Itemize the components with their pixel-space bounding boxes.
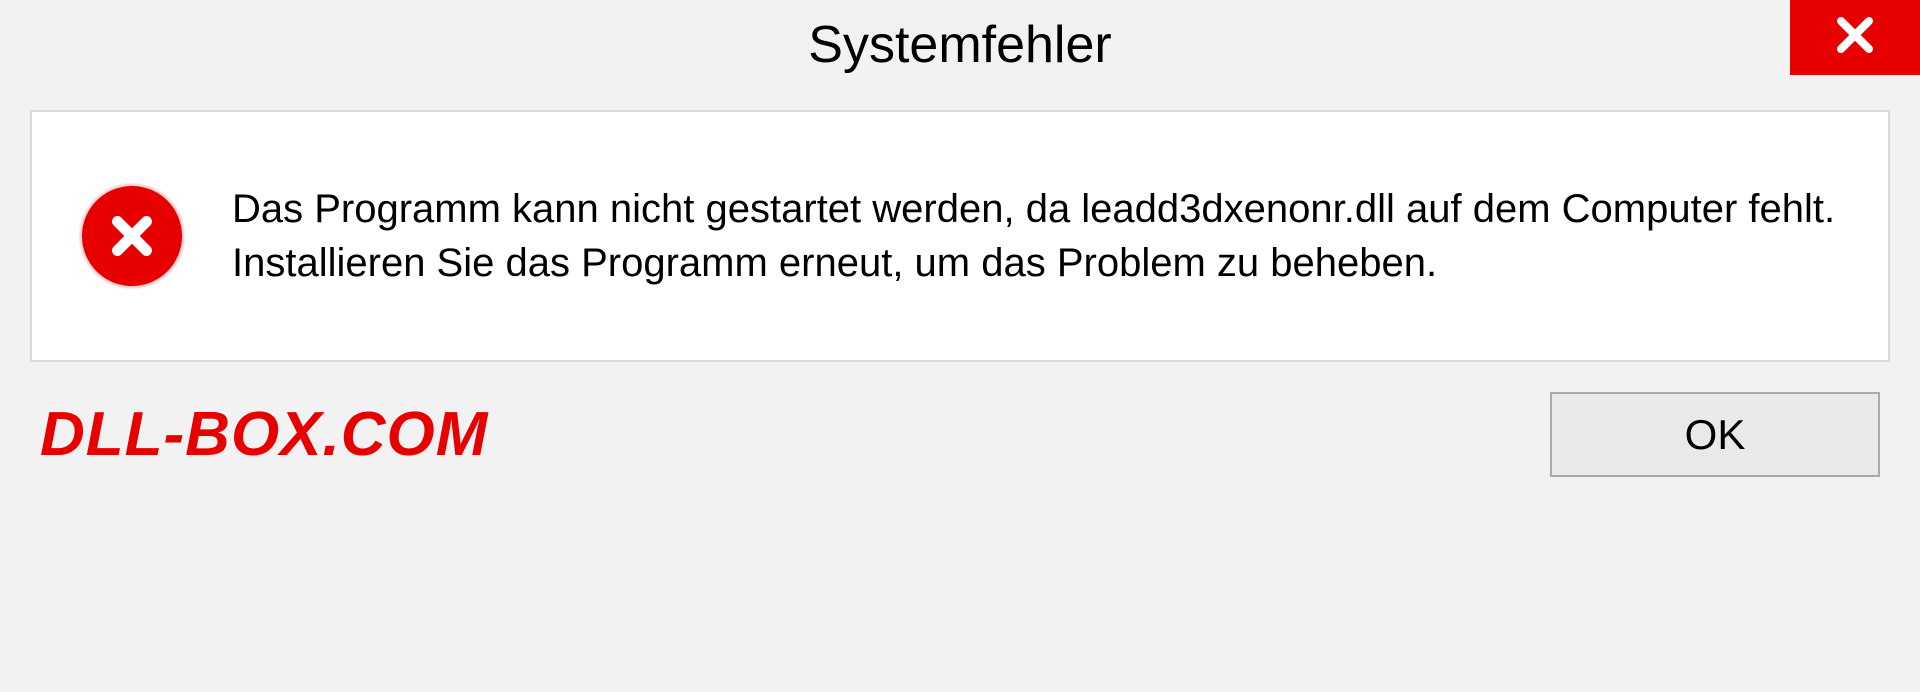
ok-button-label: OK <box>1685 411 1746 459</box>
dialog-footer: DLL-BOX.COM OK <box>0 362 1920 477</box>
close-icon <box>1831 11 1879 64</box>
error-icon <box>82 186 182 286</box>
titlebar: Systemfehler <box>0 0 1920 90</box>
error-message: Das Programm kann nicht gestartet werden… <box>232 182 1838 290</box>
dialog-content: Das Programm kann nicht gestartet werden… <box>30 110 1890 362</box>
watermark-label: DLL-BOX.COM <box>40 399 488 470</box>
dialog-title: Systemfehler <box>808 15 1111 75</box>
close-button[interactable] <box>1790 0 1920 75</box>
ok-button[interactable]: OK <box>1550 392 1880 477</box>
